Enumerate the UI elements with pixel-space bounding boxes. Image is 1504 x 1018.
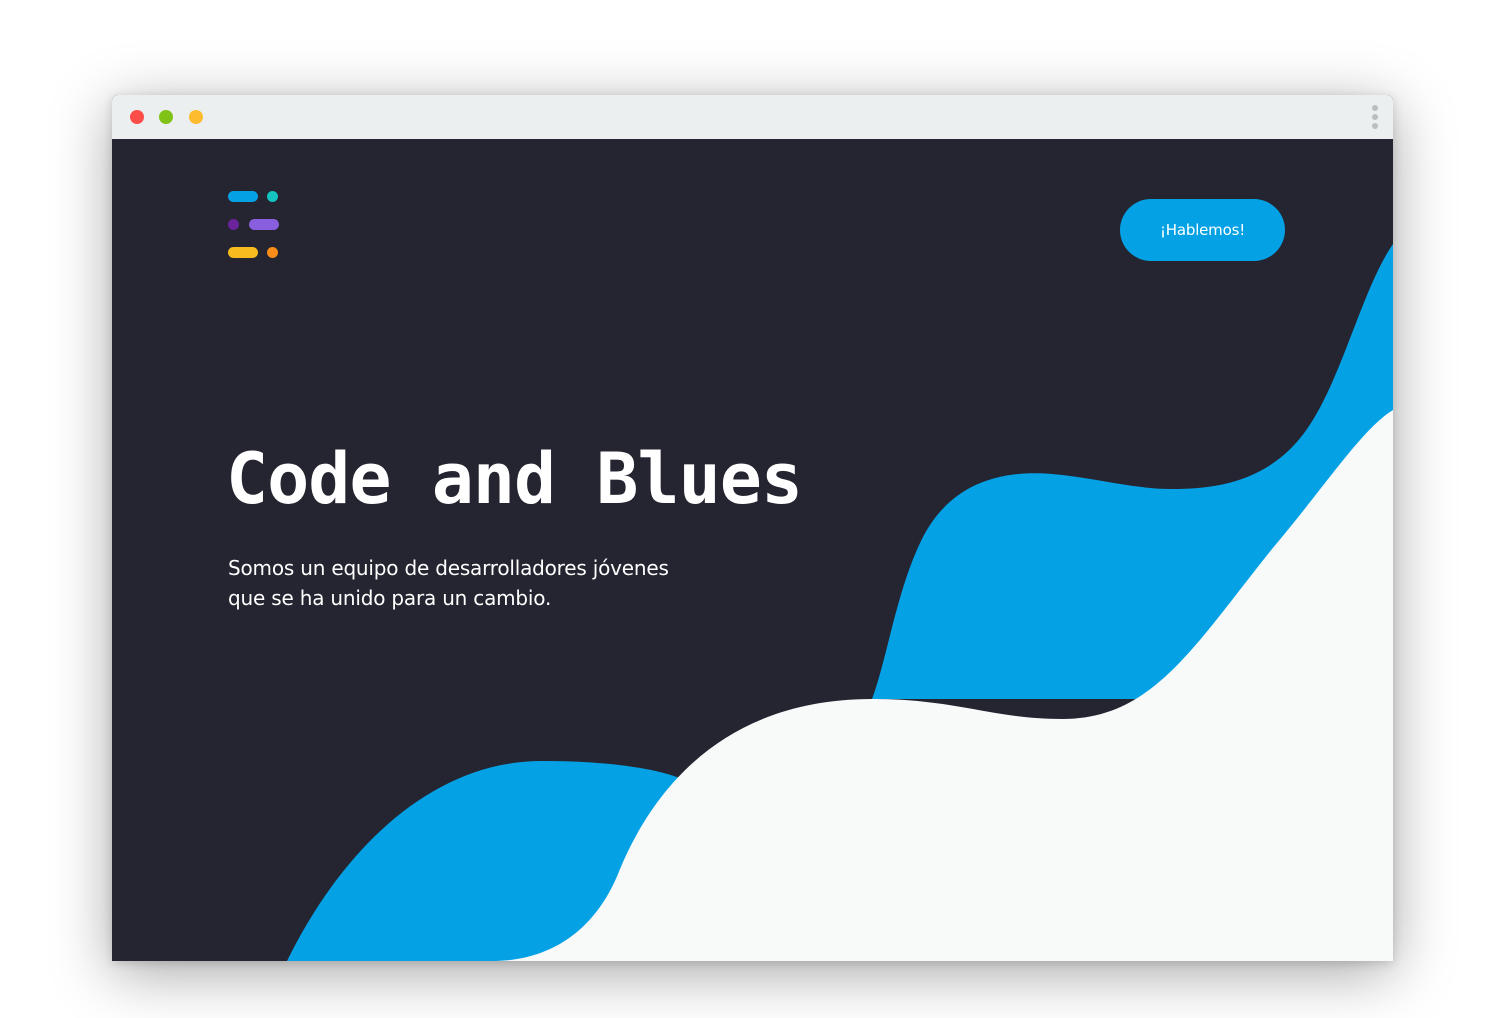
logo-dot-teal — [267, 191, 278, 202]
logo-bar-violet — [249, 219, 279, 230]
page: ¡Hablemos! Code and Blues Somos un equip… — [0, 0, 1504, 1018]
logo-bar-blue — [228, 191, 258, 202]
maximize-window-button[interactable] — [189, 110, 203, 124]
kebab-menu-icon[interactable] — [1371, 105, 1379, 129]
decorative-waves — [287, 244, 1393, 961]
minimize-window-button[interactable] — [159, 110, 173, 124]
browser-titlebar — [112, 95, 1393, 139]
hero-title: Code and Blues — [226, 438, 803, 520]
hero-subtitle-line-1: Somos un equipo de desarrolladores jóven… — [228, 556, 669, 580]
hero-section: ¡Hablemos! Code and Blues Somos un equip… — [112, 139, 1393, 961]
logo-bar-yellow — [228, 247, 258, 258]
close-window-button[interactable] — [130, 110, 144, 124]
hero-subtitle-line-2: que se ha unido para un cambio. — [228, 586, 552, 610]
hablemos-button[interactable]: ¡Hablemos! — [1120, 199, 1285, 261]
browser-window: ¡Hablemos! Code and Blues Somos un equip… — [112, 95, 1393, 961]
logo-dot-orange — [267, 247, 278, 258]
logo-dot-purple — [228, 219, 239, 230]
logo-icon[interactable] — [228, 191, 282, 261]
hero-subtitle: Somos un equipo de desarrolladores jóven… — [228, 553, 748, 613]
